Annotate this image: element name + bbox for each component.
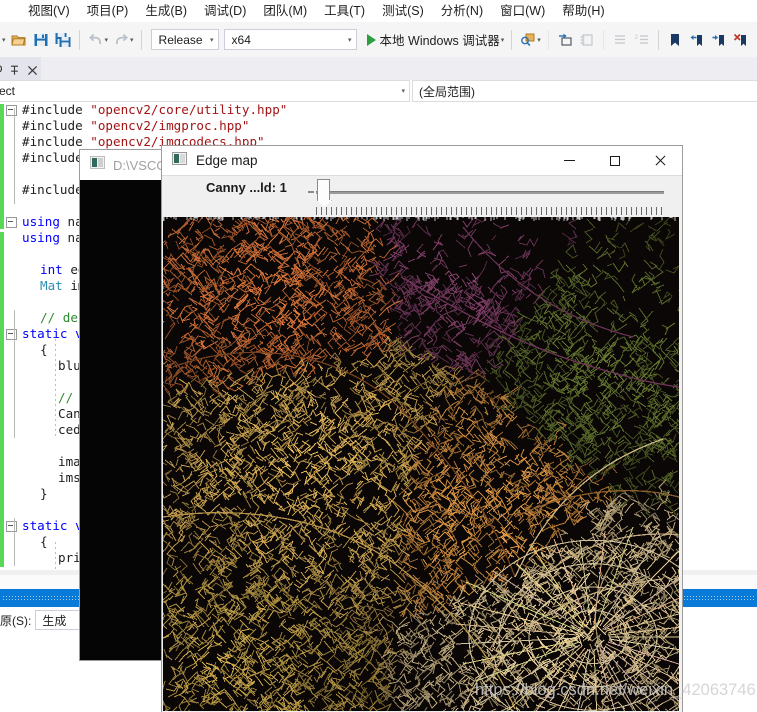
structure-guide-line [14, 108, 15, 204]
trackbar-slider[interactable] [308, 179, 664, 215]
indent-guide-line [55, 542, 56, 570]
previous-bookmark-icon[interactable] [686, 29, 708, 51]
menu-item-debug[interactable]: 调试(D) [204, 0, 246, 22]
toolbar-separator [602, 29, 604, 50]
code-line-text: { [40, 342, 48, 357]
document-tab[interactable]: p [0, 57, 41, 80]
trackbar-label: Canny ...ld: 1 [206, 180, 287, 195]
bookmark-icon[interactable] [664, 29, 686, 51]
window-controls [547, 146, 682, 175]
collapse-glyph[interactable] [6, 217, 17, 228]
code-line: #include "opencv2/imgproc.hpp" [0, 118, 287, 134]
menu-item-tools[interactable]: 工具(T) [324, 0, 365, 22]
redo-icon[interactable] [110, 29, 132, 51]
window-title-bar[interactable]: Edge map [162, 146, 682, 176]
menu-item-window[interactable]: 窗口(W) [500, 0, 545, 22]
menu-item-help[interactable]: 帮助(H) [562, 0, 604, 22]
minimize-icon [564, 160, 575, 161]
window-title: D:\VSCO [113, 157, 167, 173]
menu-item-build[interactable]: 生成(B) [145, 0, 187, 22]
screenshot-watermark: https://blog.csdn.net/weixin_42063746 [475, 681, 756, 699]
collapse-glyph[interactable] [6, 329, 17, 340]
find-icon[interactable] [517, 29, 539, 51]
toolbar-separator [78, 29, 80, 50]
structure-guide-line [14, 518, 15, 566]
member-scope-value: (全局范围) [419, 84, 475, 99]
solution-configuration-value: Release [158, 32, 203, 47]
maximize-button[interactable] [592, 146, 637, 175]
chevron-down-icon: ▾ [401, 88, 405, 95]
menu-bar: 视图(V) 项目(P) 生成(B) 调试(D) 团队(M) 工具(T) 测试(S… [0, 0, 757, 22]
solution-platform-value: x64 [231, 32, 251, 47]
type-scope-combo[interactable]: ect ▾ [0, 80, 410, 102]
maximize-icon [609, 155, 620, 166]
document-tab-strip: p [0, 57, 757, 80]
outdent-icon[interactable]: 2 [631, 29, 653, 51]
window-title: Edge map [196, 153, 258, 168]
play-icon [366, 33, 376, 46]
document-tab-label: p [0, 63, 2, 75]
type-scope-value: ect [0, 84, 16, 98]
menu-item-team[interactable]: 团队(M) [263, 0, 307, 22]
undo-icon[interactable] [85, 29, 107, 51]
start-debugging-button[interactable]: 本地 Windows 调试器 [364, 29, 503, 51]
menu-item-analyze[interactable]: 分析(N) [441, 0, 483, 22]
menu-item-project[interactable]: 项目(P) [87, 0, 129, 22]
save-icon[interactable] [30, 29, 52, 51]
chevron-down-icon: ▾ [348, 36, 352, 44]
opencv-window-edge-map[interactable]: Edge map Canny ...ld: 1 https://blog.csd… [162, 146, 682, 712]
minimize-button[interactable] [547, 146, 592, 175]
pin-icon[interactable] [9, 63, 20, 75]
trackbar-panel: Canny ...ld: 1 [162, 176, 682, 216]
open-file-icon[interactable] [8, 29, 30, 51]
output-source-label: 原(S): [0, 613, 32, 628]
opencv-app-icon [90, 155, 105, 175]
code-line-text: #include "opencv2/imgproc.hpp" [22, 118, 250, 133]
start-debugging-caret[interactable]: ▾ [501, 36, 505, 44]
toolbar-separator [657, 29, 659, 50]
solution-platform-combo[interactable]: x64 ▾ [223, 29, 357, 50]
code-line: #include "opencv2/core/utility.hpp" [0, 102, 287, 118]
output-source-value: 生成 [42, 613, 67, 628]
clear-bookmarks-icon[interactable] [730, 29, 752, 51]
indent-guide-line [55, 334, 56, 438]
step-over-icon[interactable] [576, 29, 598, 51]
structure-guide-line [14, 310, 15, 438]
close-icon [654, 155, 666, 167]
step-into-icon[interactable] [554, 29, 576, 51]
start-debugging-label: 本地 Windows 调试器 [379, 34, 500, 48]
collapse-glyph[interactable] [6, 521, 17, 532]
code-line-text: } [40, 486, 48, 501]
code-line-text: { [40, 534, 48, 549]
code-line-text: #include "opencv2/core/utility.hpp" [22, 102, 288, 117]
toolbar-separator [547, 29, 549, 50]
solution-configuration-combo[interactable]: Release ▾ [150, 29, 219, 50]
trackbar-ticks [316, 207, 664, 215]
close-button[interactable] [637, 146, 682, 175]
trackbar-thumb[interactable] [317, 179, 330, 201]
next-bookmark-icon[interactable] [708, 29, 730, 51]
trackbar-rail [316, 191, 664, 194]
toolbar-separator [140, 29, 142, 50]
navigation-bar: ect ▾ (全局范围) [0, 80, 757, 102]
save-all-icon[interactable] [52, 29, 74, 51]
collapse-glyph[interactable] [6, 105, 17, 116]
chevron-down-icon: ▾ [210, 36, 214, 44]
svg-text:2: 2 [634, 35, 638, 41]
menu-item-test[interactable]: 测试(S) [382, 0, 424, 22]
opencv-app-icon [172, 151, 187, 171]
canny-edge-map-image [163, 217, 679, 711]
close-tab-icon[interactable] [27, 63, 38, 76]
main-toolbar: ▾ ▾ ▾ Release ▾ x64 ▾ 本地 Windows 调试器 ▾ ▾… [0, 22, 757, 58]
trackbar-left-stop [308, 191, 314, 193]
menu-item-view[interactable]: 视图(V) [28, 0, 70, 22]
edge-map-canvas: https://blog.csdn.net/Chris_zhangrx [163, 217, 679, 711]
indent-icon[interactable] [609, 29, 631, 51]
toolbar-separator [511, 29, 513, 50]
toolbar-overflow-caret[interactable]: ▾ [2, 36, 6, 44]
member-scope-combo[interactable]: (全局范围) [412, 80, 757, 102]
